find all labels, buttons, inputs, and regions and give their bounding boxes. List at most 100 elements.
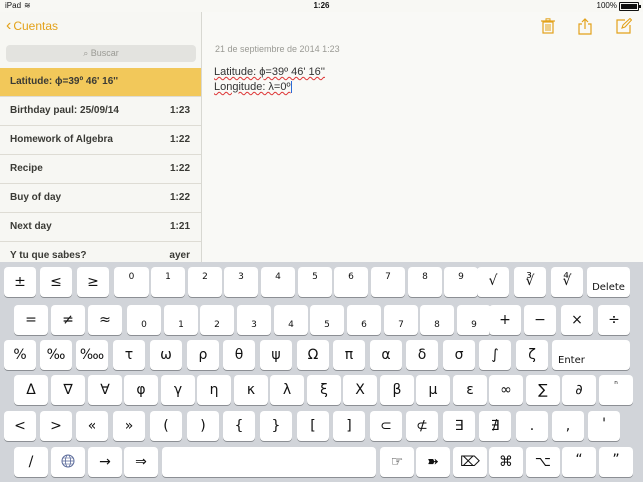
enter-key[interactable]: Enter bbox=[552, 340, 630, 370]
key[interactable]: % bbox=[4, 340, 36, 370]
note-body[interactable]: Latitude: ϕ=39º 46' 16'' Longitude: λ=0º bbox=[214, 65, 325, 95]
key[interactable]: ≥ bbox=[77, 267, 109, 297]
key[interactable]: 7 bbox=[384, 305, 418, 335]
compose-icon[interactable] bbox=[616, 17, 633, 37]
key[interactable]: { bbox=[223, 411, 255, 441]
key[interactable]: φ bbox=[124, 375, 158, 405]
key[interactable]: 9 bbox=[457, 305, 491, 335]
key[interactable]: » bbox=[113, 411, 145, 441]
key[interactable]: = bbox=[14, 305, 48, 335]
key[interactable]: α bbox=[370, 340, 402, 370]
key[interactable]: 1 bbox=[164, 305, 198, 335]
key[interactable]: ” bbox=[599, 447, 633, 477]
key[interactable]: × bbox=[561, 305, 593, 335]
key[interactable]: ( bbox=[150, 411, 182, 441]
key[interactable]: 0 bbox=[114, 267, 149, 297]
key[interactable]: − bbox=[524, 305, 556, 335]
list-item[interactable]: Next day 1:21 bbox=[0, 213, 201, 242]
key[interactable]: ξ bbox=[307, 375, 341, 405]
key[interactable]: + bbox=[489, 305, 521, 335]
key[interactable]: ⊂ bbox=[370, 411, 402, 441]
key[interactable]: ⇒ bbox=[124, 447, 158, 477]
key[interactable]: < bbox=[4, 411, 36, 441]
key[interactable]: ➽ bbox=[416, 447, 450, 477]
key[interactable]: 2 bbox=[188, 267, 222, 297]
key[interactable]: ± bbox=[4, 267, 36, 297]
key[interactable]: β bbox=[380, 375, 414, 405]
key[interactable]: 4 bbox=[261, 267, 295, 297]
key[interactable]: √ bbox=[477, 267, 509, 297]
key[interactable]: ∀ bbox=[88, 375, 122, 405]
key[interactable]: ≠ bbox=[51, 305, 85, 335]
key[interactable]: ∛ bbox=[514, 267, 546, 297]
key[interactable]: [ bbox=[297, 411, 329, 441]
key[interactable]: 7 bbox=[371, 267, 405, 297]
key[interactable]: , bbox=[552, 411, 584, 441]
key[interactable]: Δ bbox=[14, 375, 48, 405]
space-key[interactable] bbox=[162, 447, 376, 477]
back-button[interactable]: ‹ Cuentas bbox=[6, 18, 58, 34]
key[interactable]: δ bbox=[406, 340, 438, 370]
key[interactable]: ω bbox=[150, 340, 182, 370]
key[interactable]: ρ bbox=[187, 340, 219, 370]
key[interactable]: ∞ bbox=[489, 375, 523, 405]
key[interactable]: γ bbox=[161, 375, 195, 405]
search-field[interactable]: ⌕ Buscar bbox=[6, 45, 196, 62]
key[interactable]: 1 bbox=[151, 267, 185, 297]
key[interactable]: « bbox=[76, 411, 108, 441]
key[interactable]: ☞ bbox=[380, 447, 414, 477]
key[interactable]: 0 bbox=[127, 305, 161, 335]
key[interactable]: / bbox=[14, 447, 48, 477]
key[interactable]: ⊄ bbox=[406, 411, 438, 441]
key[interactable]: ‱ bbox=[76, 340, 108, 370]
key[interactable]: } bbox=[260, 411, 292, 441]
key[interactable]: 6 bbox=[334, 267, 368, 297]
key[interactable]: 4 bbox=[274, 305, 308, 335]
key[interactable]: ∫ bbox=[479, 340, 511, 370]
key[interactable]: ∑ bbox=[526, 375, 560, 405]
key[interactable]: ] bbox=[333, 411, 365, 441]
key[interactable]: θ bbox=[223, 340, 255, 370]
key[interactable]: . bbox=[516, 411, 548, 441]
key[interactable]: 8 bbox=[408, 267, 442, 297]
key[interactable]: ÷ bbox=[598, 305, 630, 335]
key[interactable]: ε bbox=[453, 375, 487, 405]
key[interactable]: μ bbox=[416, 375, 450, 405]
key[interactable]: Ω bbox=[297, 340, 329, 370]
key[interactable]: ≤ bbox=[40, 267, 72, 297]
key[interactable]: ⌘ bbox=[489, 447, 523, 477]
key[interactable]: ∇ bbox=[51, 375, 85, 405]
delete-key[interactable]: Delete bbox=[587, 267, 630, 297]
key[interactable]: 8 bbox=[420, 305, 454, 335]
key[interactable]: 9 bbox=[444, 267, 478, 297]
key[interactable]: 5 bbox=[310, 305, 344, 335]
list-item[interactable]: Latitude: ϕ=39º 46' 16'' bbox=[0, 68, 201, 97]
key[interactable]: λ bbox=[270, 375, 304, 405]
key[interactable]: π bbox=[333, 340, 365, 370]
key[interactable]: ψ bbox=[260, 340, 292, 370]
key[interactable]: ) bbox=[187, 411, 219, 441]
key[interactable]: 5 bbox=[298, 267, 332, 297]
key[interactable]: > bbox=[40, 411, 72, 441]
key[interactable]: ∜ bbox=[551, 267, 583, 297]
key[interactable]: ‰ bbox=[40, 340, 72, 370]
key[interactable]: ⌥ bbox=[526, 447, 560, 477]
list-item[interactable]: Recipe 1:22 bbox=[0, 155, 201, 184]
key[interactable]: 3 bbox=[224, 267, 258, 297]
key[interactable]: ∄ bbox=[479, 411, 511, 441]
key[interactable]: ≈ bbox=[88, 305, 122, 335]
key[interactable]: ' bbox=[588, 411, 620, 441]
trash-icon[interactable] bbox=[541, 18, 555, 37]
key[interactable]: ⁿ bbox=[599, 375, 633, 405]
key[interactable]: 3 bbox=[237, 305, 271, 335]
key[interactable]: κ bbox=[234, 375, 268, 405]
list-item[interactable]: Buy of day 1:22 bbox=[0, 184, 201, 213]
key[interactable]: ⌦ bbox=[453, 447, 487, 477]
list-item[interactable]: Homework of Algebra 1:22 bbox=[0, 126, 201, 155]
key[interactable]: ∃ bbox=[443, 411, 475, 441]
key[interactable]: 6 bbox=[347, 305, 381, 335]
key[interactable]: τ bbox=[113, 340, 145, 370]
key[interactable]: σ bbox=[443, 340, 475, 370]
list-item[interactable]: Birthday paul: 25/09/14 1:23 bbox=[0, 97, 201, 126]
key[interactable]: X bbox=[343, 375, 377, 405]
